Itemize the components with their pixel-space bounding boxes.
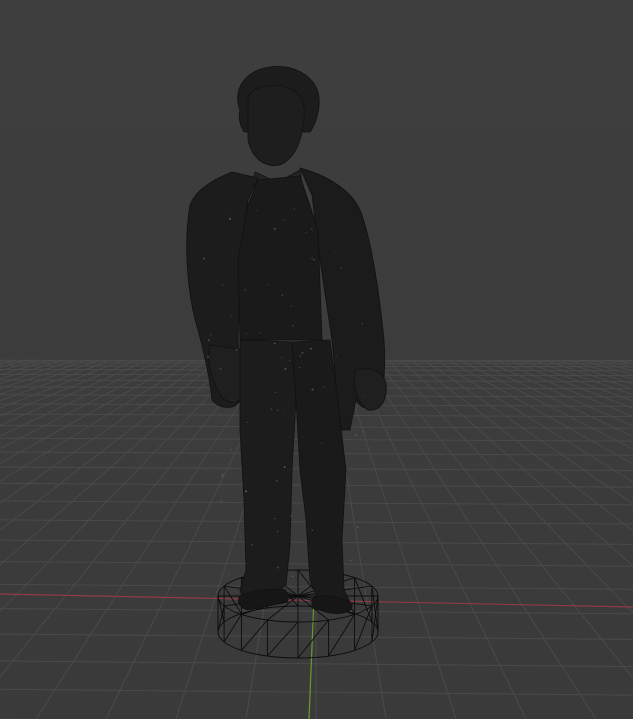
viewport-canvas[interactable] xyxy=(0,0,633,719)
3d-viewport[interactable] xyxy=(0,0,633,719)
